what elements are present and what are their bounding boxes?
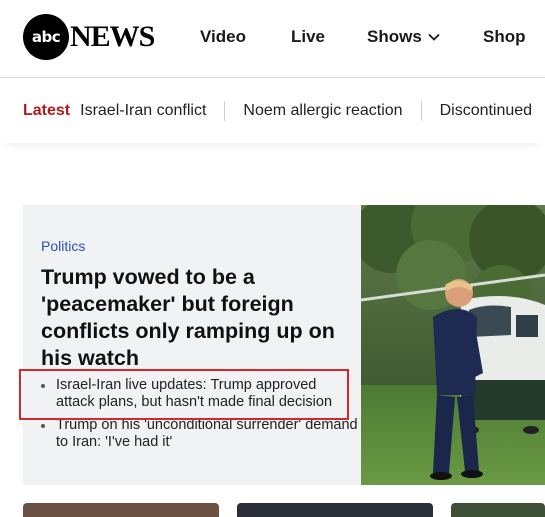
divider [420,101,422,121]
story-thumbnail[interactable] [23,503,219,517]
trending-item[interactable]: Discontinued [440,102,533,120]
chevron-down-icon [428,33,440,41]
hero-text-panel: Politics Trump vowed to be a 'peacemaker… [23,205,361,485]
related-story-link[interactable]: Trump on his 'unconditional surrender' d… [41,417,359,451]
nav-shop-link[interactable]: Shop [483,27,526,47]
trending-bar: Latest Israel-Iran conflict Noem allergi… [0,79,545,143]
trending-item[interactable]: Noem allergic reaction [243,102,402,120]
story-thumbnail[interactable] [237,503,433,517]
latest-label: Latest [23,102,71,119]
related-story-text: Trump on his 'unconditional surrender' d… [56,417,358,450]
bullet-icon [41,424,45,428]
hero-story-card: Politics Trump vowed to be a 'peacemaker… [23,205,545,485]
highlight-annotation-box [19,369,349,420]
category-link[interactable]: Politics [41,238,85,254]
nav-live-link[interactable]: Live [291,27,325,47]
abc-logo-mark: abc [23,14,69,60]
news-wordmark: NEWS [70,20,155,53]
hero-photo[interactable] [361,205,545,485]
nav-shows-menu[interactable]: Shows [367,27,440,47]
story-thumbnail[interactable] [451,503,545,517]
abc-news-logo[interactable]: abc NEWS [23,14,155,60]
divider [224,101,226,121]
trending-item[interactable]: Israel-Iran conflict [80,102,206,120]
nav-video-link[interactable]: Video [200,27,246,47]
hero-photo-illustration [361,205,545,485]
top-navigation: abc NEWS Video Live Shows Shop [0,0,545,78]
hero-headline[interactable]: Trump vowed to be a 'peacemaker' but for… [41,264,351,372]
nav-shows-label: Shows [367,27,422,46]
